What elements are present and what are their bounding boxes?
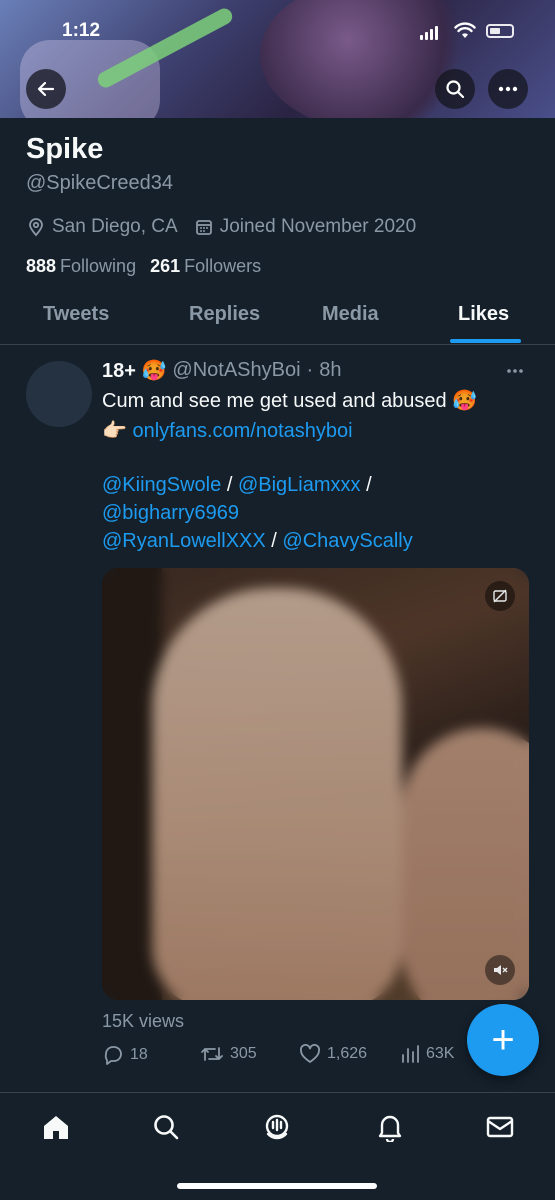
sensitive-content-icon[interactable] xyxy=(485,581,515,611)
tweet-link-line: 👉🏻 onlyfans.com/notashyboi xyxy=(102,418,353,443)
mention-separator: / xyxy=(366,474,372,496)
joined-date: Joined November 2020 xyxy=(194,216,416,238)
more-button[interactable] xyxy=(488,69,528,109)
spaces-icon xyxy=(265,1114,289,1140)
avatar[interactable] xyxy=(26,361,92,427)
more-icon xyxy=(498,86,518,92)
location-pin-icon xyxy=(29,218,43,237)
heart-icon xyxy=(300,1044,320,1063)
tweet-header: 18+ 🥵 @NotAShyBoi · 8h xyxy=(102,358,341,383)
followers-link[interactable]: 261 Followers xyxy=(150,256,261,277)
analytics-icon xyxy=(402,1045,419,1063)
tab-media[interactable]: Media xyxy=(322,303,379,326)
like-button[interactable]: 1,626 xyxy=(299,1044,367,1064)
pointing-emoji: 👉🏻 xyxy=(102,420,127,442)
follow-stats: 888 Following 261 Followers xyxy=(26,256,261,277)
profile-name: Spike xyxy=(26,133,104,165)
tweet-mentions-line: @RyanLowellXXX / @ChavyScally xyxy=(102,530,413,553)
mention[interactable]: @RyanLowellXXX xyxy=(102,530,266,552)
retweet-icon xyxy=(201,1047,223,1061)
signal-icon xyxy=(420,26,438,40)
status-time: 1:12 xyxy=(62,20,101,41)
profile-handle: @SpikeCreed34 xyxy=(26,172,174,194)
search-button[interactable] xyxy=(435,69,475,109)
active-tab-indicator xyxy=(450,339,521,343)
tweet-more-button[interactable] xyxy=(506,358,524,379)
tweet-dot: · xyxy=(306,359,314,381)
profile-tabs: Tweets Replies Media Likes xyxy=(0,295,555,345)
tweet-text: Cum and see me get used and abused 🥵 xyxy=(102,390,478,412)
nav-spaces[interactable] xyxy=(260,1110,294,1144)
analytics-count: 63K xyxy=(426,1045,455,1062)
location-text: San Diego, CA xyxy=(52,216,178,237)
search-icon xyxy=(154,1115,179,1140)
mute-icon[interactable] xyxy=(485,955,515,985)
back-button[interactable] xyxy=(26,69,66,109)
reply-icon xyxy=(104,1046,122,1065)
analytics-button[interactable]: 63K xyxy=(400,1044,454,1064)
like-count: 1,626 xyxy=(327,1045,368,1062)
tab-replies[interactable]: Replies xyxy=(189,303,260,326)
arrow-left-icon xyxy=(37,81,55,97)
nav-search[interactable] xyxy=(149,1110,183,1144)
search-icon xyxy=(446,80,465,99)
nav-home[interactable] xyxy=(39,1110,73,1144)
nav-messages[interactable] xyxy=(483,1110,517,1144)
tweet-link[interactable]: onlyfans.com/notashyboi xyxy=(132,420,352,442)
mention[interactable]: @KiingSwole xyxy=(102,474,221,496)
retweet-count: 305 xyxy=(230,1045,257,1062)
compose-tweet-button[interactable]: + xyxy=(467,1004,539,1076)
tweet-time: 8h xyxy=(319,359,342,381)
reply-count: 18 xyxy=(130,1046,148,1063)
status-bar: 1:12 xyxy=(0,18,555,48)
location: San Diego, CA xyxy=(26,216,178,238)
mail-icon xyxy=(486,1116,514,1138)
profile-meta: San Diego, CA Joined November 2020 xyxy=(26,216,432,238)
reply-button[interactable]: 18 xyxy=(102,1044,148,1066)
battery-icon xyxy=(486,24,514,38)
tweet-username[interactable]: @NotAShyBoi xyxy=(172,359,300,382)
mention-separator: / xyxy=(271,530,277,552)
tweet-mentions-line: @bigharry6969 xyxy=(102,502,239,525)
wifi-icon xyxy=(454,22,476,38)
mention[interactable]: @bigharry6969 xyxy=(102,502,239,524)
tweet-display-name[interactable]: 18+ 🥵 xyxy=(102,358,166,383)
tweet-actions: 18 305 1,626 63K xyxy=(102,1044,462,1070)
nav-notifications[interactable] xyxy=(373,1110,407,1144)
mention[interactable]: @ChavyScally xyxy=(282,530,412,552)
calendar-icon xyxy=(195,220,212,235)
mention[interactable]: @BigLiamxxx xyxy=(238,474,361,496)
more-icon xyxy=(507,369,523,373)
mention-separator: / xyxy=(226,474,233,496)
tweet-media[interactable] xyxy=(102,568,529,1000)
home-indicator xyxy=(177,1183,377,1189)
tab-tweets[interactable]: Tweets xyxy=(43,303,109,326)
tweet-views: 15K views xyxy=(102,1011,185,1031)
following-link[interactable]: 888 Following xyxy=(26,256,136,277)
retweet-button[interactable]: 305 xyxy=(200,1044,257,1064)
home-icon xyxy=(44,1116,68,1139)
joined-text: Joined November 2020 xyxy=(219,216,417,237)
bell-icon xyxy=(378,1115,402,1142)
tweet-mentions-line: @KiingSwole / @BigLiamxxx / xyxy=(102,474,372,497)
tab-likes[interactable]: Likes xyxy=(458,303,509,326)
